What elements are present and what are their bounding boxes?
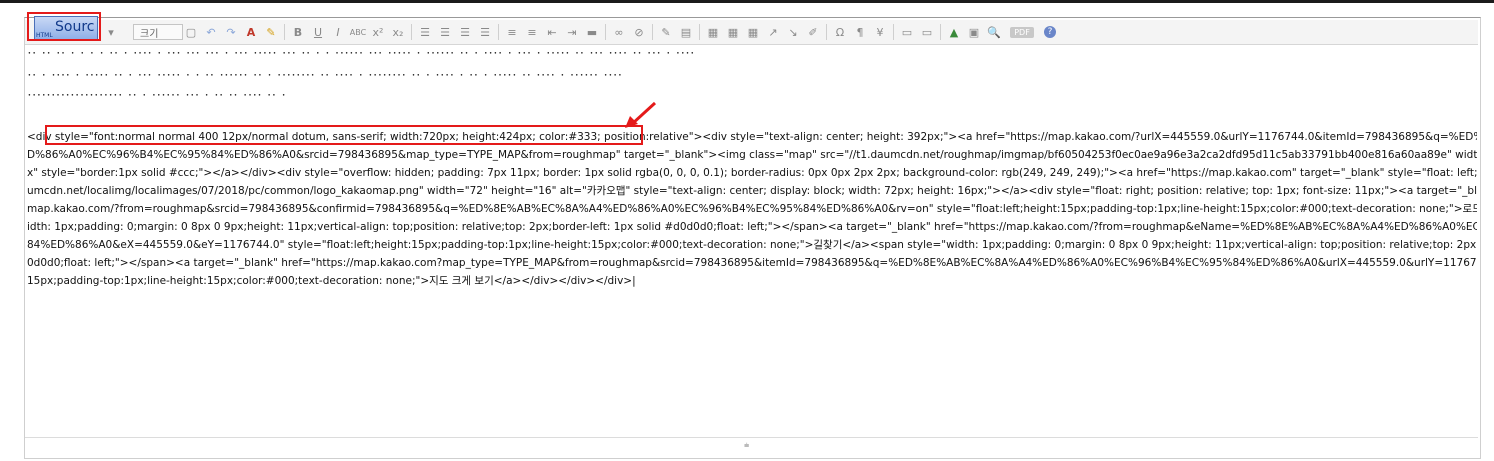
garbled-text-line: ꞏꞏ ꞏꞏ ꞏꞏ ꞏ ꞏ ꞏ ꞏ ꞏꞏ ꞏ ꞏꞏꞏꞏ ꞏ ꞏꞏꞏ ꞏꞏꞏ ꞏꞏꞏ… — [28, 49, 696, 59]
editor-bottom-divider — [25, 437, 1478, 438]
garbled-text-line: ꞏꞏ ꞏ ꞏꞏꞏꞏ ꞏ ꞏꞏꞏꞏꞏ ꞏꞏ ꞏ ꞏꞏꞏ ꞏꞏꞏꞏꞏ ꞏ ꞏ ꞏꞏ … — [28, 71, 624, 81]
arrow-icon[interactable]: ↗ — [763, 23, 783, 41]
box-icon[interactable]: ▭ — [897, 23, 917, 41]
highlight-icon[interactable]: ✎ — [261, 23, 281, 41]
help-icon[interactable]: ? — [1040, 23, 1060, 41]
bold-icon[interactable]: B — [288, 23, 308, 41]
subscript-icon[interactable]: x₂ — [388, 23, 408, 41]
toolbar-separator — [498, 24, 499, 40]
highlight-box-code — [45, 125, 643, 145]
garbled-text-line: ꞏꞏꞏꞏꞏꞏꞏꞏꞏꞏꞏꞏꞏꞏꞏꞏꞏꞏꞏꞏ ꞏꞏ ꞏ ꞏꞏꞏꞏꞏꞏ ꞏꞏꞏ ꞏ ꞏ… — [28, 91, 287, 101]
unlink-icon[interactable]: ⊘ — [629, 23, 649, 41]
note-icon[interactable]: ▤ — [676, 23, 696, 41]
code-line: 15px;padding-top:1px;line-height:15px;co… — [27, 275, 636, 287]
special-char-icon[interactable]: ¶ — [850, 23, 870, 41]
italic-icon[interactable]: I — [328, 23, 348, 41]
pdf-icon[interactable]: PDF — [1004, 23, 1040, 41]
justify-icon[interactable]: ☰ — [475, 23, 495, 41]
strike-icon[interactable]: ABC — [348, 23, 368, 41]
code-line: map.kakao.com/?from=roughmap&srcid=79843… — [27, 203, 1477, 215]
brush-icon[interactable]: ✐ — [803, 23, 823, 41]
redo-icon[interactable]: ↷ — [221, 23, 241, 41]
html-source-code[interactable]: <div style="font:normal normal 400 12px/… — [27, 128, 1477, 290]
toolbar-separator — [411, 24, 412, 40]
align-left-icon[interactable]: ☰ — [415, 23, 435, 41]
link-icon[interactable]: ∞ — [609, 23, 629, 41]
toolbar-separator — [605, 24, 606, 40]
font-color-icon[interactable]: A — [241, 23, 261, 41]
toolbar-separator — [699, 24, 700, 40]
edit-icon[interactable]: ✎ — [656, 23, 676, 41]
indent-icon[interactable]: ⇥ — [562, 23, 582, 41]
resize-handle-icon[interactable]: ⩧ — [744, 441, 749, 451]
table-icon[interactable]: ▦ — [703, 23, 723, 41]
ordered-list-icon[interactable]: ≡ — [502, 23, 522, 41]
font-size-label: 크기 — [140, 28, 159, 40]
horizontal-rule-icon[interactable]: ▬ — [582, 23, 602, 41]
highlight-box-source — [27, 12, 101, 41]
window-top-border — [0, 0, 1494, 3]
toolbar-separator — [826, 24, 827, 40]
align-center-icon[interactable]: ☰ — [435, 23, 455, 41]
dropdown-arrow-icon[interactable]: ▾ — [101, 23, 121, 41]
align-right-icon[interactable]: ☰ — [455, 23, 475, 41]
preview-icon[interactable]: 🔍 — [984, 23, 1004, 41]
pdf-label: PDF — [1010, 26, 1034, 38]
outdent-icon[interactable]: ⇤ — [542, 23, 562, 41]
arrow-icon[interactable]: ↘ — [783, 23, 803, 41]
special-char-icon[interactable]: Ω — [830, 23, 850, 41]
special-char-icon[interactable]: ¥ — [870, 23, 890, 41]
editor-toolbar: ▾ ▾ ▢ ↶ ↷ A ✎ B U I ABC x² x₂ ☰ ☰ ☰ ☰ ≡ … — [25, 20, 1478, 45]
code-line: D%86%A0%EC%96%B4%EC%95%84%ED%86%A0&srcid… — [27, 149, 1477, 161]
undo-icon[interactable]: ↶ — [201, 23, 221, 41]
code-line: 0d0d0;float: left;"></span><a target="_b… — [27, 257, 1477, 269]
table-row-icon[interactable]: ▦ — [723, 23, 743, 41]
image-icon[interactable]: ▣ — [964, 23, 984, 41]
table-col-icon[interactable]: ▦ — [743, 23, 763, 41]
code-line: 84%ED%86%A0&eX=445559.0&eY=1176744.0" st… — [27, 239, 1477, 251]
toolbar-separator — [284, 24, 285, 40]
new-page-icon[interactable]: ▢ — [181, 23, 201, 41]
box-icon[interactable]: ▭ — [917, 23, 937, 41]
image-icon[interactable]: ▲ — [944, 23, 964, 41]
toolbar-separator — [652, 24, 653, 40]
toolbar-separator — [893, 24, 894, 40]
code-line: idth: 1px;padding: 0;margin: 0 8px 0 9px… — [27, 221, 1477, 233]
toolbar-separator — [940, 24, 941, 40]
code-line: umcdn.net/localimg/localimages/07/2018/p… — [27, 185, 1477, 197]
superscript-icon[interactable]: x² — [368, 23, 388, 41]
font-size-select[interactable]: 크기 — [133, 24, 183, 40]
underline-icon[interactable]: U — [308, 23, 328, 41]
unordered-list-icon[interactable]: ≡ — [522, 23, 542, 41]
code-line: x" style="border:1px solid #ccc;"></a></… — [27, 167, 1477, 179]
